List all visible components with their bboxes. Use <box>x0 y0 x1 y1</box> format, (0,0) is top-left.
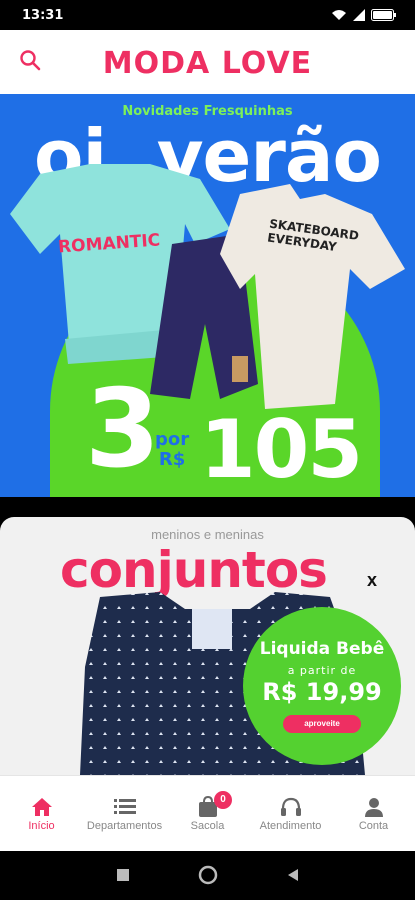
user-icon <box>362 796 386 818</box>
price-value: 105 <box>200 403 363 496</box>
nav-home[interactable]: Início <box>0 776 83 852</box>
promo-cta-button[interactable]: aproveite <box>283 715 361 733</box>
battery-icon <box>371 9 396 21</box>
system-nav-buttons <box>117 865 298 885</box>
signal-icon <box>353 9 365 21</box>
promo-badge[interactable]: Liquida Bebê a partir de R$ 19,99 aprove… <box>243 607 401 765</box>
nav-account[interactable]: Conta <box>332 776 415 852</box>
nav-departments-label: Departamentos <box>86 820 163 832</box>
nav-departments[interactable]: Departamentos <box>83 776 166 852</box>
promo-subtitle: a partir de <box>287 664 357 677</box>
price-por-label: por <box>155 429 190 450</box>
promo-title: Liquida Bebê <box>259 639 385 659</box>
nav-bag-label: Sacola <box>190 820 225 832</box>
bag-count-badge: 0 <box>214 791 232 809</box>
bottom-nav: Início Departamentos Sacola 0 Atendiment… <box>0 775 415 851</box>
back-button <box>288 869 298 881</box>
home-icon <box>30 796 54 818</box>
nav-support-label: Atendimento <box>259 820 322 832</box>
summer-banner[interactable]: Novidades Fresquinhas oi, verão ROMANTIC… <box>0 94 415 497</box>
app-header: MODA LOVE <box>0 30 415 94</box>
system-nav-bar <box>0 851 415 900</box>
recents-button <box>117 869 129 881</box>
nav-home-label: Início <box>28 820 55 832</box>
nav-support[interactable]: Atendimento <box>249 776 332 852</box>
nav-account-label: Conta <box>358 820 389 832</box>
price-per: por R$ <box>155 430 189 470</box>
home-button <box>198 865 218 885</box>
list-icon <box>113 796 137 818</box>
sets-banner[interactable]: meninos e meninas conjuntos x Liquida Be… <box>0 517 415 775</box>
promo-price: R$ 19,99 <box>262 678 382 706</box>
price-currency: R$ <box>158 448 186 470</box>
status-icons <box>331 9 397 21</box>
price-quantity: 3 <box>85 367 161 492</box>
nav-bag[interactable]: Sacola <box>166 776 249 852</box>
brand-logo[interactable]: MODA LOVE <box>0 46 415 81</box>
headset-icon <box>279 796 303 818</box>
status-bar: 13:31 <box>0 0 415 30</box>
wifi-icon <box>332 10 346 20</box>
status-time: 13:31 <box>22 8 64 23</box>
